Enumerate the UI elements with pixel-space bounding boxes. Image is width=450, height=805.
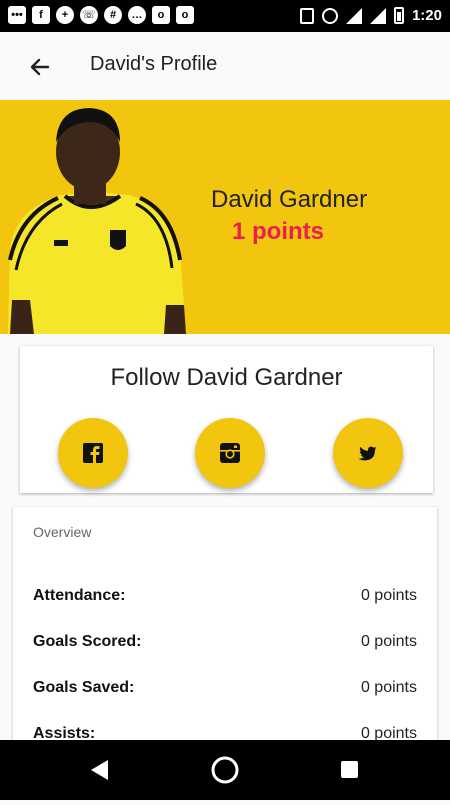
signal-icon bbox=[369, 7, 386, 24]
app-bar: David's Profile bbox=[0, 32, 450, 100]
status-time: 1:20 bbox=[411, 7, 442, 24]
slack-icon: # bbox=[104, 6, 122, 24]
stat-label: Attendance: bbox=[33, 587, 126, 604]
stat-row-attendance: Attendance: 0 points bbox=[33, 587, 417, 611]
whatsapp-icon: ☏ bbox=[80, 6, 98, 24]
instagram-button[interactable] bbox=[195, 418, 265, 488]
message-icon: … bbox=[128, 6, 146, 24]
stat-label: Goals Scored: bbox=[33, 633, 142, 650]
player-points: 1 points bbox=[232, 218, 325, 245]
facebook-icon: f bbox=[32, 6, 50, 24]
home-circle-icon[interactable] bbox=[211, 756, 239, 784]
overview-title: Overview bbox=[33, 524, 92, 540]
follow-card: Follow David Gardner bbox=[20, 346, 433, 493]
page-title: David's Profile bbox=[90, 53, 218, 75]
outlook-icon: o bbox=[176, 6, 194, 24]
vibrate-icon bbox=[299, 7, 314, 24]
navigation-bar bbox=[0, 740, 450, 800]
notification-icons: ••• f + ☏ # … o o bbox=[8, 6, 194, 24]
twitter-icon bbox=[358, 446, 377, 461]
alarm-icon bbox=[321, 7, 338, 24]
system-icons: 1:20 bbox=[299, 7, 442, 24]
instagram-icon bbox=[220, 443, 240, 463]
add-person-icon: + bbox=[56, 6, 74, 24]
recents-square-icon[interactable] bbox=[341, 761, 358, 778]
wifi-icon bbox=[345, 7, 362, 24]
stat-value: 0 points bbox=[360, 679, 417, 696]
back-triangle-icon[interactable] bbox=[91, 760, 108, 780]
chat-icon: ••• bbox=[8, 6, 26, 24]
facebook-button[interactable] bbox=[58, 418, 128, 488]
stat-value: 0 points bbox=[360, 633, 417, 650]
stat-row-goals-scored: Goals Scored: 0 points bbox=[33, 633, 417, 657]
follow-title: Follow David Gardner bbox=[110, 364, 343, 391]
battery-icon bbox=[393, 7, 404, 24]
player-photo bbox=[8, 108, 186, 334]
outlook-icon: o bbox=[152, 6, 170, 24]
stat-row-goals-saved: Goals Saved: 0 points bbox=[33, 679, 417, 703]
facebook-icon bbox=[83, 443, 103, 463]
back-arrow-icon[interactable] bbox=[24, 52, 54, 82]
profile-header: David Gardner 1 points bbox=[0, 100, 450, 334]
stat-value: 0 points bbox=[360, 587, 417, 604]
twitter-button[interactable] bbox=[333, 418, 403, 488]
stat-label: Goals Saved: bbox=[33, 679, 135, 696]
player-name: David Gardner bbox=[211, 186, 368, 213]
overview-card: Overview Attendance: 0 points Goals Scor… bbox=[13, 507, 437, 747]
status-bar: ••• f + ☏ # … o o 1:20 bbox=[0, 0, 450, 32]
